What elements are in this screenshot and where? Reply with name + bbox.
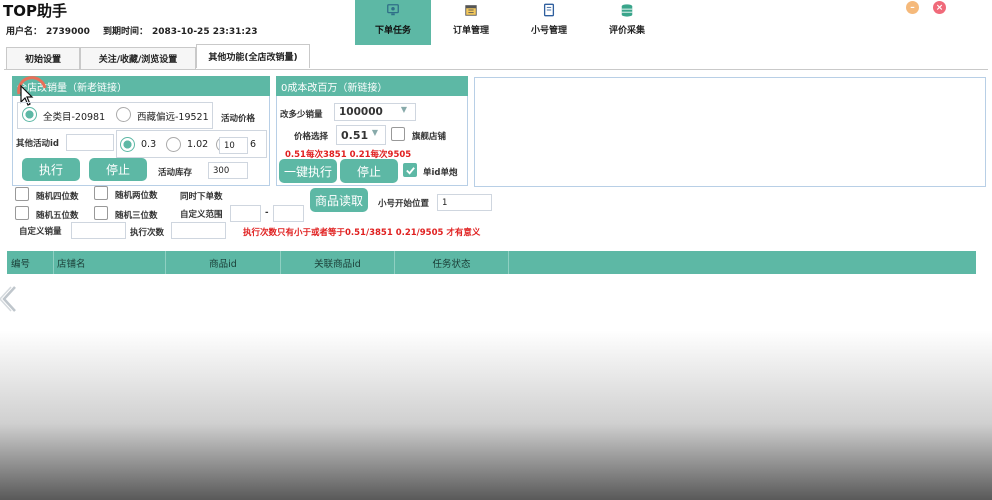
column-header-product-id[interactable]: 商品id <box>166 251 281 274</box>
price-custom-suffix: 6 <box>250 139 257 150</box>
other-activity-id-label: 其他活动id <box>16 139 59 149</box>
flagship-label: 旗舰店铺 <box>412 132 447 142</box>
price-select[interactable]: 0.51 ▼ <box>336 125 386 145</box>
column-header-store[interactable]: 店铺名 <box>54 251 166 274</box>
radio-remote-region-label: 西藏偏远-19521 <box>137 112 209 123</box>
range-max-input[interactable] <box>273 205 304 222</box>
activity-stock-label: 活动库存 <box>158 168 193 178</box>
change-qty-value: 100000 <box>339 106 383 118</box>
radio-all-category-label: 全类目-20981 <box>43 112 106 123</box>
minimize-icon: – <box>910 2 915 13</box>
single-id-checkbox[interactable] <box>403 163 417 177</box>
nav-order-management[interactable]: 订单管理 <box>433 0 509 45</box>
chevron-down-icon: ▼ <box>400 105 407 114</box>
id-card-icon <box>543 3 555 17</box>
concurrent-label: 同时下单数 <box>180 192 223 202</box>
rand4-label: 随机四位数 <box>36 192 79 202</box>
tab-label: 初始设置 <box>24 55 61 65</box>
rand5-checkbox[interactable] <box>15 206 29 220</box>
activity-price-label: 活动价格 <box>221 114 256 124</box>
rand4-checkbox[interactable] <box>15 187 29 201</box>
close-button[interactable]: × <box>933 1 946 14</box>
rand3-label: 随机三位数 <box>115 211 158 221</box>
panel-title: 0成本改百万（新链接） <box>281 82 388 94</box>
account-start-label: 小号开始位置 <box>378 199 430 209</box>
screen-fade-overlay <box>0 330 992 500</box>
tab-follow-settings[interactable]: 关注/收藏/浏览设置 <box>80 47 196 69</box>
user-info: 用户名： 2739000 到期时间： 2083-10-25 23:31:23 <box>6 24 262 37</box>
product-read-button[interactable]: 商品读取 <box>310 188 368 212</box>
calendar-icon <box>465 5 477 16</box>
rand5-label: 随机五位数 <box>36 211 79 221</box>
one-click-execute-button[interactable]: 一键执行 <box>279 159 337 183</box>
nav-review-collection[interactable]: 评价采集 <box>589 0 665 45</box>
range-min-input[interactable] <box>230 205 261 222</box>
task-grid-header: 编号 店铺名 商品id 关联商品id 任务状态 <box>7 251 976 274</box>
expire-value: 2083-10-25 23:31:23 <box>152 27 258 37</box>
change-qty-label: 改多少销量 <box>280 110 323 120</box>
exec-count-label: 执行次数 <box>130 228 165 238</box>
single-id-label: 单id单炮 <box>423 168 458 178</box>
nav-label: 订单管理 <box>452 26 489 36</box>
tab-label: 其他功能(全店改销量) <box>208 53 298 63</box>
price-select-value: 0.51 <box>341 128 369 142</box>
radio-price-0-3[interactable] <box>120 137 135 152</box>
radio-price-1-02[interactable] <box>166 137 181 152</box>
flagship-checkbox[interactable] <box>391 127 405 141</box>
rand2-checkbox[interactable] <box>94 186 108 200</box>
minimize-button[interactable]: – <box>906 1 919 14</box>
stop-button-2[interactable]: 停止 <box>340 159 398 183</box>
radio-price-0-3-label: 0.3 <box>141 139 157 150</box>
nav-order-task[interactable]: 下单任务 <box>355 0 431 45</box>
user-value: 2739000 <box>46 27 90 37</box>
radio-all-category[interactable] <box>22 107 37 122</box>
custom-sales-input[interactable] <box>71 222 126 239</box>
stop-button[interactable]: 停止 <box>89 158 147 181</box>
tab-other-functions[interactable]: 其他功能(全店改销量) <box>196 44 310 68</box>
execute-button[interactable]: 执行 <box>22 158 80 181</box>
database-icon <box>621 4 633 17</box>
other-activity-id-input[interactable] <box>66 134 114 151</box>
column-header-status[interactable]: 任务状态 <box>395 251 509 274</box>
radio-price-1-02-label: 1.02 <box>187 139 209 150</box>
rand3-checkbox[interactable] <box>94 206 108 220</box>
tab-label: 关注/收藏/浏览设置 <box>98 55 178 65</box>
tab-initial-settings[interactable]: 初始设置 <box>6 47 80 69</box>
tab-divider <box>4 69 988 70</box>
user-label: 用户名： <box>6 27 43 37</box>
close-icon: × <box>935 2 944 13</box>
log-panel <box>474 77 986 187</box>
column-header-related-id[interactable]: 关联商品id <box>281 251 395 274</box>
expire-label: 到期时间： <box>103 27 149 37</box>
panel-store-sales-header: 全店改销量（新老链接） <box>12 76 270 96</box>
price-select-label: 价格选择 <box>294 132 329 142</box>
nav-account-management[interactable]: 小号管理 <box>511 0 587 45</box>
column-header-id[interactable]: 编号 <box>7 251 54 274</box>
chevron-down-icon: ▼ <box>371 128 378 137</box>
price-custom-input[interactable]: 10 <box>219 137 248 154</box>
activity-stock-input[interactable]: 300 <box>208 162 248 179</box>
checkmark-icon <box>405 166 415 175</box>
exec-count-warning: 执行次数只有小于或者等于0.51/3851 0.21/9505 才有意义 <box>243 228 481 238</box>
custom-sales-label: 自定义销量 <box>19 227 62 237</box>
radio-remote-region[interactable] <box>116 107 131 122</box>
account-start-input[interactable]: 1 <box>437 194 492 211</box>
chevron-left-icon[interactable] <box>0 284 18 314</box>
app-title: TOP助手 <box>3 2 67 20</box>
range-separator: - <box>265 208 269 218</box>
nav-label: 下单任务 <box>374 26 411 36</box>
panel-zero-cost-header: 0成本改百万（新链接） <box>276 76 468 96</box>
rand2-label: 随机两位数 <box>115 191 158 201</box>
nav-label: 小号管理 <box>530 26 567 36</box>
monitor-icon <box>387 4 399 16</box>
exec-count-input[interactable] <box>171 222 226 239</box>
change-qty-select[interactable]: 100000 ▼ <box>334 103 416 121</box>
custom-range-label: 自定义范围 <box>180 210 223 220</box>
nav-label: 评价采集 <box>608 26 645 36</box>
